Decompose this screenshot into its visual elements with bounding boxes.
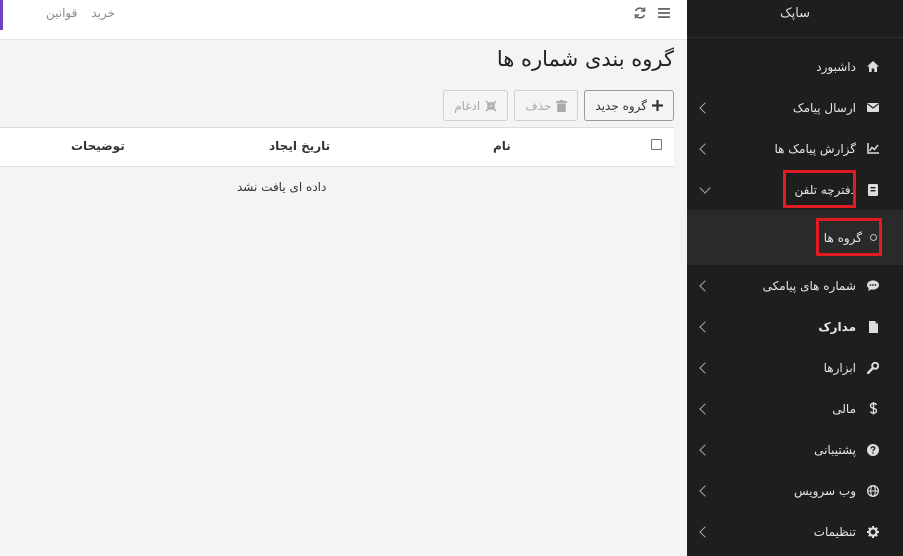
toolbar: گروه جدید حذف ادغام bbox=[443, 90, 674, 121]
sidebar-item-documents[interactable]: مدارک bbox=[687, 306, 903, 347]
buy-link[interactable]: خرید bbox=[91, 6, 115, 20]
column-description[interactable]: توضیحات bbox=[71, 139, 125, 153]
top-bar: خرید قوانین bbox=[0, 0, 687, 40]
chevron-down-icon bbox=[699, 181, 711, 194]
accent-strip bbox=[0, 0, 3, 30]
merge-label: ادغام bbox=[454, 98, 481, 113]
chevron-left-icon bbox=[699, 320, 711, 333]
chevron-left-icon bbox=[699, 402, 711, 415]
sidebar-item-sms-report[interactable]: گزارش پیامک ها bbox=[687, 128, 903, 169]
new-group-button[interactable]: گروه جدید bbox=[584, 90, 674, 121]
column-created[interactable]: تاریخ ایجاد bbox=[269, 139, 330, 153]
groups-table: نام تاریخ ایجاد توضیحات bbox=[0, 127, 674, 167]
sidebar-item-label: داشبورد bbox=[816, 59, 856, 74]
gear-icon bbox=[866, 525, 880, 539]
delete-label: حذف bbox=[525, 98, 552, 113]
chevron-left-icon bbox=[699, 101, 711, 114]
select-all-checkbox[interactable] bbox=[651, 139, 662, 150]
top-links: خرید قوانین bbox=[46, 6, 115, 20]
sidebar-item-settings[interactable]: تنظیمات bbox=[687, 511, 903, 552]
sidebar-item-support[interactable]: پشتیبانی bbox=[687, 429, 903, 470]
sidebar-item-label: ارسال پیامک bbox=[792, 100, 856, 115]
chevron-left-icon bbox=[699, 443, 711, 456]
chevron-left-icon bbox=[699, 279, 711, 292]
sidebar-item-label: ابزارها bbox=[823, 360, 856, 375]
compress-icon bbox=[485, 99, 497, 112]
trash-icon bbox=[556, 99, 568, 112]
refresh-icon[interactable] bbox=[633, 6, 647, 24]
table-header: نام تاریخ ایجاد توضیحات bbox=[0, 128, 674, 167]
wrench-icon bbox=[866, 361, 880, 375]
empty-message: داده ای یافت نشد bbox=[237, 180, 327, 194]
sidebar-item-label: مدارک bbox=[818, 319, 856, 334]
chevron-left-icon bbox=[699, 361, 711, 374]
sidebar-item-label: مالی bbox=[832, 401, 856, 416]
comment-icon bbox=[866, 279, 880, 293]
plus-icon bbox=[652, 100, 663, 111]
sidebar-item-dashboard[interactable]: داشبورد bbox=[687, 46, 903, 87]
highlight-groups bbox=[816, 218, 882, 256]
sidebar-item-finance[interactable]: مالی bbox=[687, 388, 903, 429]
chart-icon bbox=[866, 142, 880, 156]
sidebar: ساپک داشبورد ارسال پیامک گزارش پیامک ها … bbox=[687, 0, 903, 556]
merge-button[interactable]: ادغام bbox=[443, 90, 509, 121]
question-icon bbox=[866, 443, 880, 457]
column-name[interactable]: نام bbox=[493, 139, 511, 153]
highlight-phonebook bbox=[783, 170, 856, 208]
top-icons bbox=[633, 6, 671, 24]
file-icon bbox=[866, 320, 880, 334]
sidebar-menu: داشبورد ارسال پیامک گزارش پیامک ها دفترچ… bbox=[687, 46, 903, 552]
chevron-left-icon bbox=[699, 525, 711, 538]
sidebar-item-label: تنظیمات bbox=[813, 524, 856, 539]
delete-button[interactable]: حذف bbox=[514, 90, 579, 121]
chevron-left-icon bbox=[699, 142, 711, 155]
globe-icon bbox=[866, 484, 880, 498]
new-group-label: گروه جدید bbox=[595, 98, 647, 113]
page-title: گروه بندی شماره ها bbox=[496, 47, 674, 71]
sidebar-item-tools[interactable]: ابزارها bbox=[687, 347, 903, 388]
chevron-left-icon bbox=[699, 484, 711, 497]
brand-name[interactable]: ساپک bbox=[687, 0, 903, 38]
address-book-icon bbox=[866, 183, 880, 197]
menu-toggle-icon[interactable] bbox=[657, 6, 671, 24]
sidebar-item-sms-numbers[interactable]: شماره های پیامکی bbox=[687, 265, 903, 306]
sidebar-item-web-service[interactable]: وب سرویس bbox=[687, 470, 903, 511]
sidebar-item-send-sms[interactable]: ارسال پیامک bbox=[687, 87, 903, 128]
home-icon bbox=[866, 60, 880, 74]
sidebar-item-label: گزارش پیامک ها bbox=[774, 141, 856, 156]
sidebar-item-label: وب سرویس bbox=[793, 483, 856, 498]
envelope-icon bbox=[866, 101, 880, 115]
sidebar-item-label: پشتیبانی bbox=[814, 442, 856, 457]
sidebar-item-label: شماره های پیامکی bbox=[762, 278, 856, 293]
rules-link[interactable]: قوانین bbox=[46, 6, 77, 20]
dollar-icon bbox=[866, 402, 880, 416]
